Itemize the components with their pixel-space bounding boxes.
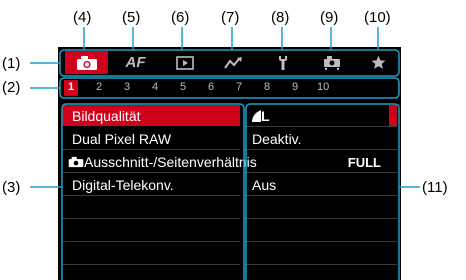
callout-overlay [30, 27, 420, 280]
